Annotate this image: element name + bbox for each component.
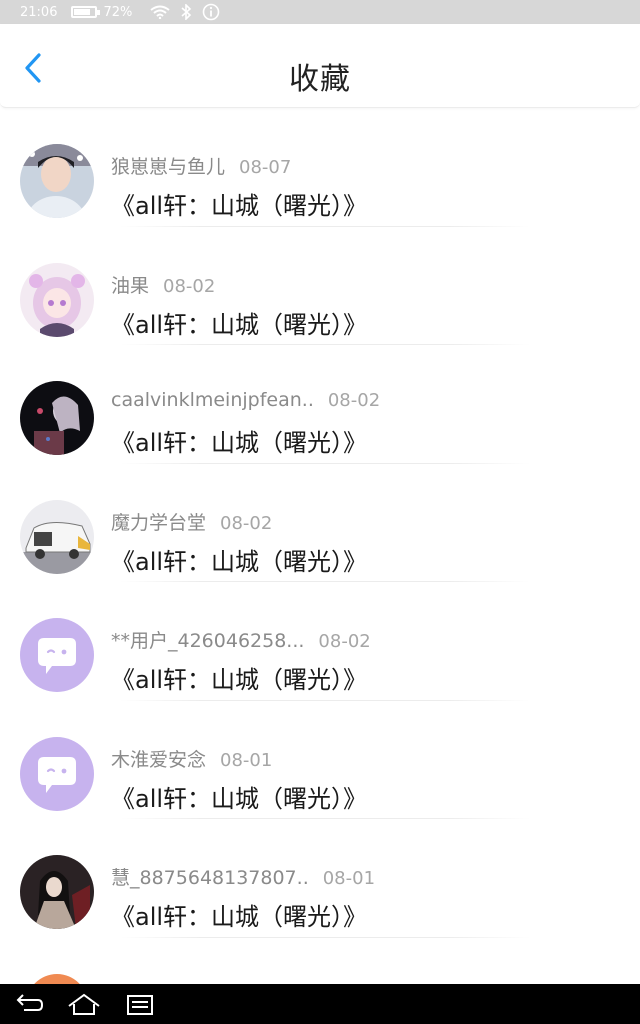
author-name[interactable]: 慧_8875648137807.. (111, 867, 309, 889)
battery-icon (71, 6, 101, 18)
page-title: 收藏 (289, 62, 351, 97)
author-line: 木淮爱安念 08-01 (111, 745, 272, 772)
author-name[interactable]: 油果 (111, 275, 149, 297)
work-title[interactable]: 《all轩：山城（曙光）》 (111, 423, 367, 458)
author-line: **用户_426046258... 08-02 (111, 626, 371, 653)
date: 08-02 (318, 631, 371, 652)
recents-icon (127, 995, 153, 1015)
battery-percent: 72% (103, 4, 133, 20)
work-title[interactable]: 《all轩：山城（曙光）》 (111, 660, 367, 695)
avatar (20, 855, 94, 929)
work-title[interactable]: 《all轩：山城（曙光）》 (111, 779, 367, 814)
divider (120, 936, 530, 938)
info-icon (202, 3, 220, 21)
author-name[interactable]: 木淮爱安念 (111, 749, 206, 771)
chat-bubble-icon (20, 618, 94, 692)
list-item[interactable]: 木淮爱安念 08-01 《all轩：山城（曙光）》 (0, 701, 640, 819)
work-title[interactable]: 《all轩：山城（曙光）》 (111, 305, 367, 340)
nav-home-button[interactable] (66, 992, 102, 1020)
avatar (20, 499, 94, 574)
work-title[interactable]: 《all轩：山城（曙光）》 (111, 186, 367, 221)
author-name[interactable]: 魔力学台堂 (111, 512, 206, 534)
avatar (20, 618, 94, 692)
date: 08-01 (220, 749, 273, 771)
author-line: 慧_8875648137807.. 08-01 (111, 863, 375, 890)
date: 08-02 (163, 275, 216, 297)
date: 08-01 (322, 868, 376, 889)
list-item[interactable]: 油果 08-02 《all轩：山城（曙光）》 (0, 227, 640, 345)
avatar (20, 262, 94, 337)
list-item[interactable]: caalvinklmeinjpfean.. 08-02 《all轩：山城（曙光）》 (0, 345, 640, 464)
author-name[interactable]: **用户_426046258... (111, 630, 304, 652)
wifi-icon (150, 5, 170, 19)
nav-back-button[interactable] (14, 992, 44, 1020)
list-item[interactable]: **用户_426046258... 08-02 《all轩：山城（曙光）》 (0, 582, 640, 701)
status-time: 21:06 (20, 4, 58, 20)
date: 08-02 (220, 512, 273, 534)
favorites-screen: 21:06 72% 收藏 狼崽崽与鱼儿 08-07 《all轩：山城（曙光）》 (0, 0, 640, 1024)
back-arrow-icon (16, 994, 44, 1011)
avatar (20, 381, 94, 455)
nav-recents-button[interactable] (126, 992, 154, 1020)
date: 08-07 (239, 157, 292, 178)
avatar (20, 144, 94, 218)
author-line: caalvinklmeinjpfean.. 08-02 (111, 389, 380, 411)
app-header: 收藏 (0, 24, 640, 108)
chat-bubble-icon (20, 736, 94, 811)
author-name[interactable]: 狼崽崽与鱼儿 (111, 156, 225, 178)
status-bar: 21:06 72% (0, 0, 640, 24)
bluetooth-icon (180, 4, 192, 20)
author-line: 油果 08-02 (111, 271, 215, 298)
work-title[interactable]: 《all轩：山城（曙光）》 (111, 542, 367, 577)
author-name[interactable]: caalvinklmeinjpfean.. (111, 389, 314, 411)
list-item[interactable]: 狼崽崽与鱼儿 08-07 《all轩：山城（曙光）》 (0, 108, 640, 227)
work-title[interactable]: 《all轩：山城（曙光）》 (111, 897, 367, 932)
favorites-list: 狼崽崽与鱼儿 08-07 《all轩：山城（曙光）》 油果 08-02 《all轩：… (0, 108, 640, 938)
author-line: 魔力学台堂 08-02 (111, 508, 272, 535)
date: 08-02 (327, 390, 381, 411)
avatar (20, 736, 94, 811)
author-line: 狼崽崽与鱼儿 08-07 (111, 152, 291, 179)
system-nav-bar (0, 984, 640, 1024)
home-icon (68, 993, 100, 1015)
list-item[interactable]: 慧_8875648137807.. 08-01 《all轩：山城（曙光）》 (0, 819, 640, 938)
list-item[interactable]: 魔力学台堂 08-02 《all轩：山城（曙光）》 (0, 464, 640, 582)
